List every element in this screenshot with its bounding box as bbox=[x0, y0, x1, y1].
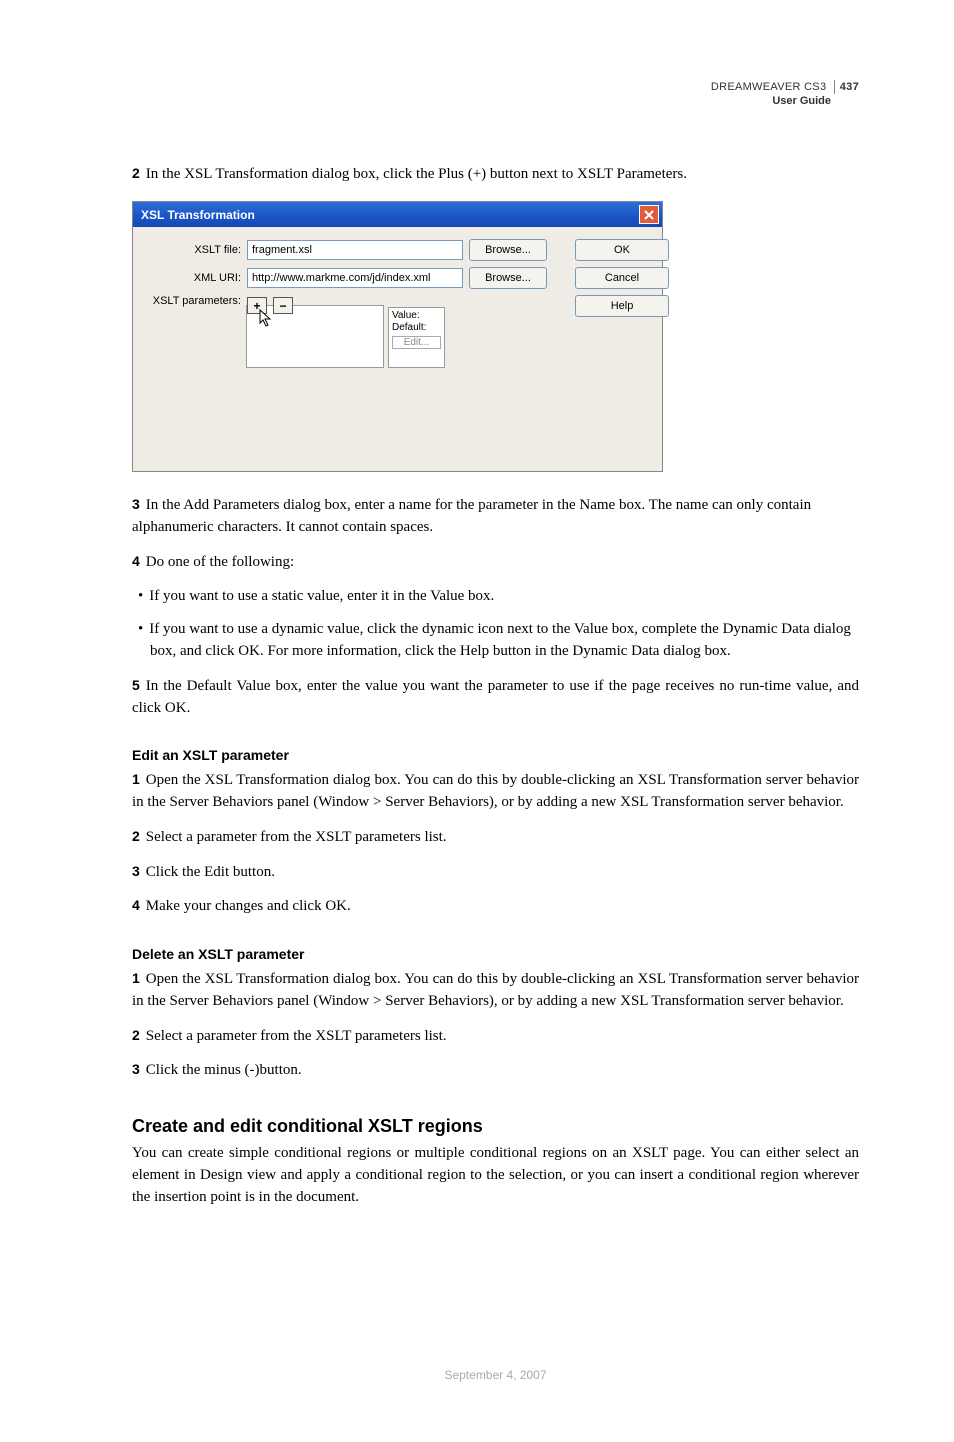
bullet-static-value: •If you want to use a static value, ente… bbox=[132, 586, 859, 608]
edit-button[interactable]: Edit... bbox=[392, 336, 441, 349]
edit-step-2: 2Select a parameter from the XSLT parame… bbox=[132, 826, 859, 849]
xslt-params-label: XSLT parameters: bbox=[147, 295, 241, 307]
edit-step-4: 4Make your changes and click OK. bbox=[132, 895, 859, 918]
step-5: 5In the Default Value box, enter the val… bbox=[132, 675, 859, 720]
dialog-title: XSL Transformation bbox=[141, 208, 255, 222]
browse-uri-button[interactable]: Browse... bbox=[469, 267, 547, 289]
detail-value-label: Value: bbox=[392, 310, 441, 321]
close-icon[interactable] bbox=[639, 205, 659, 224]
conditional-paragraph: You can create simple conditional region… bbox=[132, 1143, 859, 1208]
step-2: 2In the XSL Transformation dialog box, c… bbox=[132, 163, 859, 186]
page-number: 437 bbox=[834, 80, 859, 94]
browse-file-button[interactable]: Browse... bbox=[469, 239, 547, 261]
edit-xslt-heading: Edit an XSLT parameter bbox=[132, 747, 859, 763]
del-step-3: 3Click the minus (-)button. bbox=[132, 1059, 859, 1082]
product-name: DREAMWEAVER CS3 bbox=[711, 81, 827, 93]
del-step-2: 2Select a parameter from the XSLT parame… bbox=[132, 1025, 859, 1048]
xslt-file-label: XSLT file: bbox=[147, 244, 241, 256]
detail-default-label: Default: bbox=[392, 322, 441, 333]
delete-xslt-heading: Delete an XSLT parameter bbox=[132, 946, 859, 962]
minus-button[interactable]: − bbox=[273, 297, 293, 314]
page-header: DREAMWEAVER CS3 437 User Guide bbox=[132, 80, 859, 109]
step-3: 3In the Add Parameters dialog box, enter… bbox=[132, 494, 859, 539]
dialog-titlebar: XSL Transformation bbox=[133, 202, 662, 227]
edit-step-1: 1Open the XSL Transformation dialog box.… bbox=[132, 769, 859, 814]
xml-uri-input[interactable]: http://www.markme.com/jd/index.xml bbox=[247, 268, 463, 288]
footer-date: September 4, 2007 bbox=[132, 1368, 859, 1382]
params-detail-box: Value: Default: Edit... bbox=[388, 307, 445, 368]
guide-label: User Guide bbox=[132, 94, 859, 108]
cancel-button[interactable]: Cancel bbox=[575, 267, 669, 289]
bullet-dynamic-value: •If you want to use a dynamic value, cli… bbox=[132, 619, 859, 663]
help-button[interactable]: Help bbox=[575, 295, 669, 317]
edit-step-3: 3Click the Edit button. bbox=[132, 861, 859, 884]
xsl-transformation-dialog: XSL Transformation XSLT file: fragment.x… bbox=[132, 201, 663, 472]
step-4: 4Do one of the following: bbox=[132, 551, 859, 574]
xml-uri-label: XML URI: bbox=[147, 272, 241, 284]
conditional-heading: Create and edit conditional XSLT regions bbox=[132, 1116, 859, 1137]
ok-button[interactable]: OK bbox=[575, 239, 669, 261]
del-step-1: 1Open the XSL Transformation dialog box.… bbox=[132, 968, 859, 1013]
xslt-file-input[interactable]: fragment.xsl bbox=[247, 240, 463, 260]
